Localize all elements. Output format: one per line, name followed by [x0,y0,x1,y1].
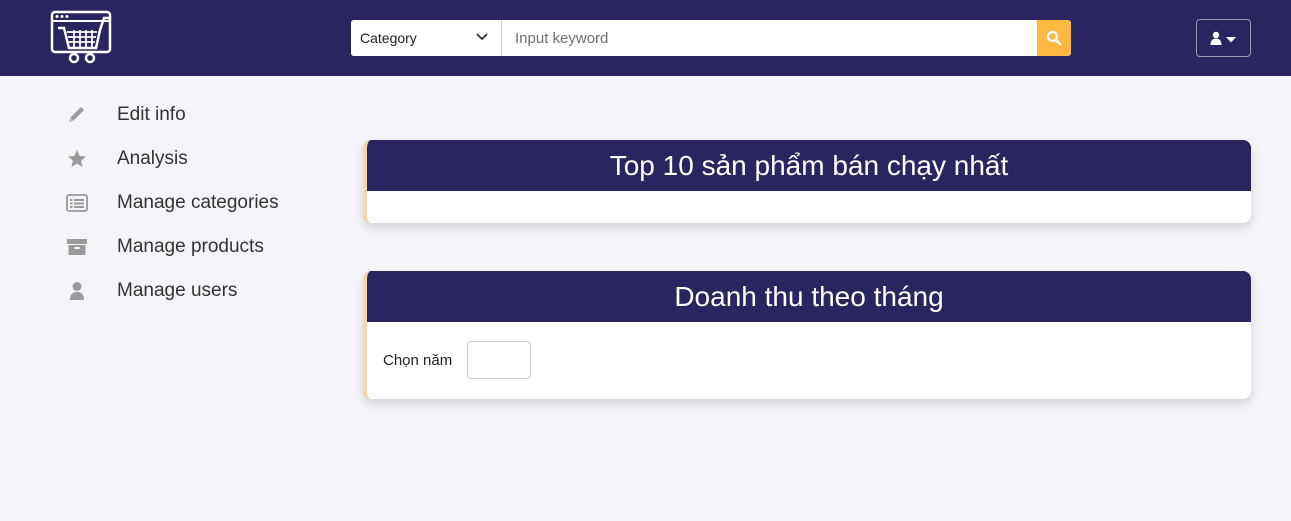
sidebar-item-analysis[interactable]: Analysis [62,137,322,181]
user-icon [1210,31,1222,45]
top-products-title: Top 10 sản phẩm bán chạy nhất [367,140,1251,191]
archive-box-icon [67,239,87,255]
user-icon [70,282,84,300]
sidebar-item-label: Edit info [117,104,186,125]
sidebar-item-label: Manage products [117,236,264,257]
pencil-icon [69,107,84,122]
caret-down-icon [1226,37,1236,43]
year-input[interactable] [467,341,531,379]
sidebar-item-label: Manage categories [117,192,279,213]
sidebar-item-manage-products[interactable]: Manage products [62,225,322,269]
shopping-cart-logo-icon[interactable] [50,10,112,66]
user-menu-button[interactable] [1196,19,1251,57]
sidebar-item-manage-users[interactable]: Manage users [62,269,322,313]
search-bar: Category [351,20,1071,56]
monthly-revenue-card: Doanh thu theo tháng Chọn năm [363,271,1251,399]
category-select-label: Category [360,30,417,46]
top-products-card: Top 10 sản phẩm bán chạy nhất [363,140,1251,223]
year-select-label: Chọn năm [383,352,453,369]
list-icon [66,194,88,212]
sidebar-item-edit-info[interactable]: Edit info [62,93,322,137]
search-button[interactable] [1037,20,1071,56]
monthly-revenue-title: Doanh thu theo tháng [367,271,1251,322]
category-select[interactable]: Category [351,20,502,56]
top-navbar: Category [0,0,1291,76]
star-icon [68,150,86,167]
sidebar-item-manage-categories[interactable]: Manage categories [62,181,322,225]
chevron-down-icon [476,33,488,41]
search-icon [1046,30,1062,46]
keyword-search-input[interactable] [503,20,1037,56]
sidebar-item-label: Manage users [117,280,238,301]
sidebar-item-label: Analysis [117,148,188,169]
